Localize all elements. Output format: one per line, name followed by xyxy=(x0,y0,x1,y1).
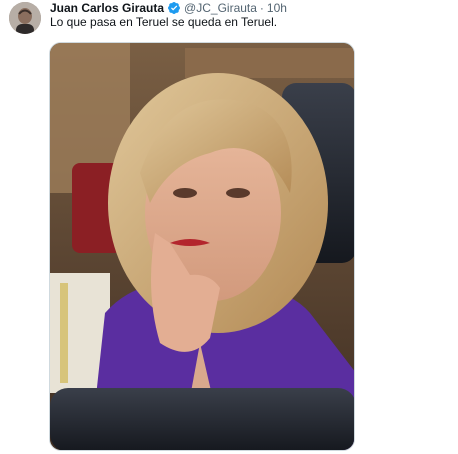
avatar-image xyxy=(9,2,41,34)
tweet-text: Lo que pasa en Teruel se queda en Teruel… xyxy=(50,15,278,29)
verified-badge-icon xyxy=(168,2,181,14)
tweet[interactable]: Juan Carlos Girauta @JC_Girauta · 10h Lo… xyxy=(0,0,458,454)
tweet-photo[interactable] xyxy=(49,42,355,451)
author-handle[interactable]: @JC_Girauta xyxy=(184,1,257,15)
timestamp[interactable]: 10h xyxy=(267,1,287,15)
avatar[interactable] xyxy=(9,2,41,34)
separator-dot: · xyxy=(259,1,264,15)
author-name[interactable]: Juan Carlos Girauta xyxy=(50,1,164,15)
tweet-header: Juan Carlos Girauta @JC_Girauta · 10h xyxy=(50,0,287,16)
photo-image xyxy=(50,43,354,450)
